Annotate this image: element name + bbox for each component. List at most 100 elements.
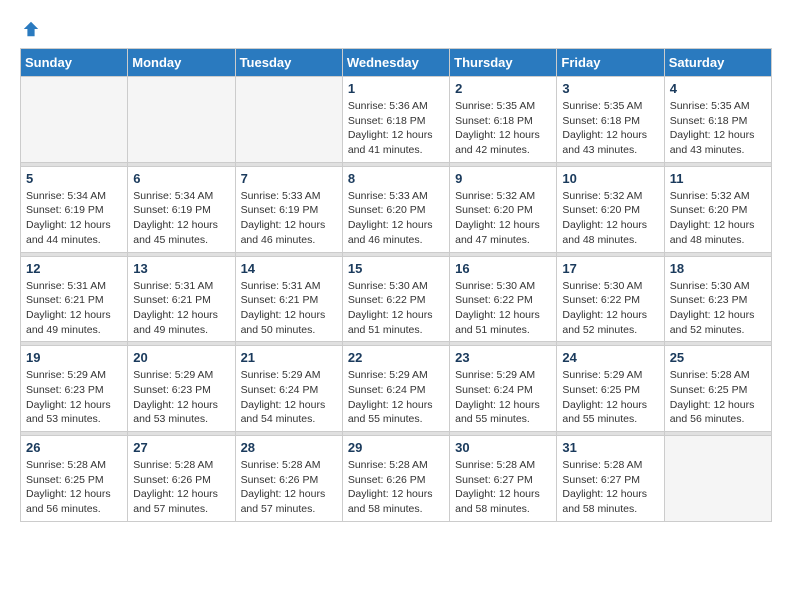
calendar-cell: 29Sunrise: 5:28 AMSunset: 6:26 PMDayligh…	[342, 436, 449, 522]
day-number: 30	[455, 440, 551, 455]
calendar-cell: 7 Sunrise: 5:33 AMSunset: 6:19 PMDaylight…	[235, 166, 342, 252]
logo-icon	[22, 20, 40, 38]
day-number: 17	[562, 261, 658, 276]
day-info: Sunrise: 5:29 AMSunset: 6:23 PMDaylight:…	[133, 368, 229, 427]
weekday-header-row: SundayMondayTuesdayWednesdayThursdayFrid…	[21, 49, 772, 77]
calendar-cell: 28Sunrise: 5:28 AMSunset: 6:26 PMDayligh…	[235, 436, 342, 522]
day-number: 16	[455, 261, 551, 276]
day-info: Sunrise: 5:28 AMSunset: 6:27 PMDaylight:…	[562, 458, 658, 517]
day-info: Sunrise: 5:29 AMSunset: 6:24 PMDaylight:…	[455, 368, 551, 427]
day-info: Sunrise: 5:29 AMSunset: 6:25 PMDaylight:…	[562, 368, 658, 427]
calendar-cell: 18 Sunrise: 5:30 AMSunset: 6:23 PMDayligh…	[664, 256, 771, 342]
calendar-cell: 25 Sunrise: 5:28 AMSunset: 6:25 PMDayligh…	[664, 346, 771, 432]
day-info: Sunrise: 5:34 AMSunset: 6:19 PMDaylight:…	[133, 189, 229, 248]
day-number: 19	[26, 350, 122, 365]
week-row-0: 1 Sunrise: 5:36 AMSunset: 6:18 PMDaylight…	[21, 77, 772, 163]
day-info: Sunrise: 5:30 AMSunset: 6:22 PMDaylight:…	[455, 279, 551, 338]
day-info: Sunrise: 5:31 AMSunset: 6:21 PMDaylight:…	[26, 279, 122, 338]
day-number: 8	[348, 171, 444, 186]
week-row-1: 5 Sunrise: 5:34 AMSunset: 6:19 PMDaylight…	[21, 166, 772, 252]
day-number: 25	[670, 350, 766, 365]
day-info: Sunrise: 5:30 AMSunset: 6:22 PMDaylight:…	[562, 279, 658, 338]
weekday-header-tuesday: Tuesday	[235, 49, 342, 77]
day-info: Sunrise: 5:30 AMSunset: 6:23 PMDaylight:…	[670, 279, 766, 338]
day-info: Sunrise: 5:32 AMSunset: 6:20 PMDaylight:…	[455, 189, 551, 248]
day-number: 20	[133, 350, 229, 365]
day-info: Sunrise: 5:28 AMSunset: 6:27 PMDaylight:…	[455, 458, 551, 517]
day-info: Sunrise: 5:29 AMSunset: 6:24 PMDaylight:…	[241, 368, 337, 427]
day-number: 27	[133, 440, 229, 455]
calendar-cell: 17 Sunrise: 5:30 AMSunset: 6:22 PMDayligh…	[557, 256, 664, 342]
calendar-cell: 14 Sunrise: 5:31 AMSunset: 6:21 PMDayligh…	[235, 256, 342, 342]
week-row-2: 12 Sunrise: 5:31 AMSunset: 6:21 PMDayligh…	[21, 256, 772, 342]
calendar-cell: 26 Sunrise: 5:28 AMSunset: 6:25 PMDayligh…	[21, 436, 128, 522]
calendar-cell: 31 Sunrise: 5:28 AMSunset: 6:27 PMDayligh…	[557, 436, 664, 522]
calendar-cell: 23 Sunrise: 5:29 AMSunset: 6:24 PMDayligh…	[450, 346, 557, 432]
day-info: Sunrise: 5:36 AMSunset: 6:18 PMDaylight:…	[348, 99, 444, 158]
weekday-header-sunday: Sunday	[21, 49, 128, 77]
calendar-cell: 10Sunrise: 5:32 AMSunset: 6:20 PMDayligh…	[557, 166, 664, 252]
calendar-cell: 11Sunrise: 5:32 AMSunset: 6:20 PMDayligh…	[664, 166, 771, 252]
calendar-cell: 2Sunrise: 5:35 AMSunset: 6:18 PMDaylight…	[450, 77, 557, 163]
day-info: Sunrise: 5:28 AMSunset: 6:26 PMDaylight:…	[241, 458, 337, 517]
calendar-cell: 4 Sunrise: 5:35 AMSunset: 6:18 PMDaylight…	[664, 77, 771, 163]
day-number: 9	[455, 171, 551, 186]
day-number: 18	[670, 261, 766, 276]
day-number: 1	[348, 81, 444, 96]
day-number: 6	[133, 171, 229, 186]
day-info: Sunrise: 5:33 AMSunset: 6:19 PMDaylight:…	[241, 189, 337, 248]
weekday-header-friday: Friday	[557, 49, 664, 77]
week-row-4: 26 Sunrise: 5:28 AMSunset: 6:25 PMDayligh…	[21, 436, 772, 522]
calendar-cell	[664, 436, 771, 522]
day-number: 21	[241, 350, 337, 365]
calendar-cell: 13 Sunrise: 5:31 AMSunset: 6:21 PMDayligh…	[128, 256, 235, 342]
day-info: Sunrise: 5:33 AMSunset: 6:20 PMDaylight:…	[348, 189, 444, 248]
calendar-cell: 16 Sunrise: 5:30 AMSunset: 6:22 PMDayligh…	[450, 256, 557, 342]
day-number: 3	[562, 81, 658, 96]
day-number: 2	[455, 81, 551, 96]
calendar-cell: 5Sunrise: 5:34 AMSunset: 6:19 PMDaylight…	[21, 166, 128, 252]
day-info: Sunrise: 5:28 AMSunset: 6:25 PMDaylight:…	[26, 458, 122, 517]
day-number: 5	[26, 171, 122, 186]
weekday-header-monday: Monday	[128, 49, 235, 77]
day-number: 23	[455, 350, 551, 365]
day-info: Sunrise: 5:32 AMSunset: 6:20 PMDaylight:…	[562, 189, 658, 248]
day-info: Sunrise: 5:31 AMSunset: 6:21 PMDaylight:…	[241, 279, 337, 338]
logo	[20, 20, 40, 38]
calendar-cell	[235, 77, 342, 163]
calendar: SundayMondayTuesdayWednesdayThursdayFrid…	[20, 48, 772, 522]
day-number: 11	[670, 171, 766, 186]
day-info: Sunrise: 5:35 AMSunset: 6:18 PMDaylight:…	[670, 99, 766, 158]
calendar-cell: 15Sunrise: 5:30 AMSunset: 6:22 PMDayligh…	[342, 256, 449, 342]
calendar-cell	[128, 77, 235, 163]
day-number: 12	[26, 261, 122, 276]
calendar-cell: 20 Sunrise: 5:29 AMSunset: 6:23 PMDayligh…	[128, 346, 235, 432]
day-number: 26	[26, 440, 122, 455]
calendar-cell: 8 Sunrise: 5:33 AMSunset: 6:20 PMDaylight…	[342, 166, 449, 252]
calendar-cell: 3 Sunrise: 5:35 AMSunset: 6:18 PMDaylight…	[557, 77, 664, 163]
weekday-header-thursday: Thursday	[450, 49, 557, 77]
day-info: Sunrise: 5:30 AMSunset: 6:22 PMDaylight:…	[348, 279, 444, 338]
day-number: 13	[133, 261, 229, 276]
calendar-cell: 27 Sunrise: 5:28 AMSunset: 6:26 PMDayligh…	[128, 436, 235, 522]
weekday-header-wednesday: Wednesday	[342, 49, 449, 77]
weekday-header-saturday: Saturday	[664, 49, 771, 77]
day-number: 24	[562, 350, 658, 365]
calendar-cell: 1 Sunrise: 5:36 AMSunset: 6:18 PMDaylight…	[342, 77, 449, 163]
day-info: Sunrise: 5:28 AMSunset: 6:26 PMDaylight:…	[348, 458, 444, 517]
day-info: Sunrise: 5:35 AMSunset: 6:18 PMDaylight:…	[562, 99, 658, 158]
day-number: 7	[241, 171, 337, 186]
calendar-cell	[21, 77, 128, 163]
day-info: Sunrise: 5:29 AMSunset: 6:24 PMDaylight:…	[348, 368, 444, 427]
day-info: Sunrise: 5:28 AMSunset: 6:25 PMDaylight:…	[670, 368, 766, 427]
day-info: Sunrise: 5:29 AMSunset: 6:23 PMDaylight:…	[26, 368, 122, 427]
day-info: Sunrise: 5:28 AMSunset: 6:26 PMDaylight:…	[133, 458, 229, 517]
day-info: Sunrise: 5:31 AMSunset: 6:21 PMDaylight:…	[133, 279, 229, 338]
calendar-cell: 21 Sunrise: 5:29 AMSunset: 6:24 PMDayligh…	[235, 346, 342, 432]
calendar-cell: 6 Sunrise: 5:34 AMSunset: 6:19 PMDaylight…	[128, 166, 235, 252]
day-number: 4	[670, 81, 766, 96]
day-number: 14	[241, 261, 337, 276]
day-number: 22	[348, 350, 444, 365]
page-header	[20, 20, 772, 38]
day-number: 31	[562, 440, 658, 455]
